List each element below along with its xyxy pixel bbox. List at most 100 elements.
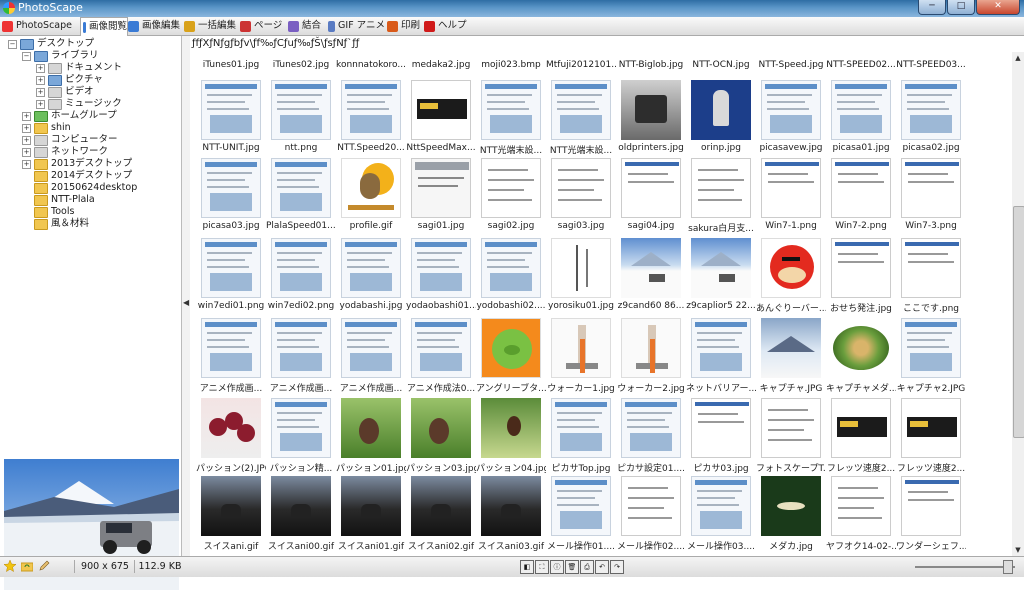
thumbnail-item[interactable]: sagi02.jpg	[478, 158, 544, 236]
thumbnail-item[interactable]: Win7-3.png	[898, 158, 964, 236]
thumbnail-item[interactable]: スイスani02.gif	[408, 476, 474, 554]
expand-icon[interactable]: +	[22, 123, 31, 133]
thumbnail-item[interactable]: Win7-2.png	[828, 158, 894, 236]
thumbnail-item[interactable]: z9caplior5 22...	[686, 238, 756, 316]
thumbnail-image[interactable]	[901, 398, 961, 458]
thumbnail-item[interactable]: Win7-1.png	[758, 158, 824, 236]
thumbnail-item[interactable]: フレッツ速度2...	[827, 398, 895, 476]
thumbnail-image[interactable]	[621, 398, 681, 458]
vertical-scrollbar[interactable]: ▲ ▼	[1012, 52, 1024, 556]
thumbnail-image[interactable]	[761, 476, 821, 536]
file-name[interactable]: iTunes01.jpg	[196, 60, 266, 70]
thumbnail-image[interactable]	[551, 476, 611, 536]
thumbnail-image[interactable]	[901, 318, 961, 378]
rotate-right-icon[interactable]: ↷	[610, 560, 624, 574]
thumbnail-image[interactable]	[831, 318, 891, 378]
thumbnail-image[interactable]	[341, 318, 401, 378]
tree-item[interactable]: Tools	[22, 206, 74, 218]
star-icon[interactable]	[4, 560, 16, 572]
zoom-slider-knob[interactable]	[1003, 560, 1013, 574]
thumbnail-item[interactable]: アニメ作成法0...	[407, 318, 475, 396]
thumbnail-item[interactable]: win7edi02.png	[268, 238, 334, 316]
thumbnail-item[interactable]: メール操作01....	[547, 476, 615, 554]
thumbnail-item[interactable]: アニメ作成画...	[338, 318, 404, 396]
thumbnail-item[interactable]: おせち発注.jpg	[828, 238, 894, 316]
thumbnail-image[interactable]	[831, 238, 891, 298]
thumbnail-image[interactable]	[341, 158, 401, 218]
info-icon[interactable]: ⓘ	[550, 560, 564, 574]
thumbnail-image[interactable]	[271, 476, 331, 536]
thumbnail-item[interactable]: パッション01.jpg	[336, 398, 406, 476]
thumbnail-item[interactable]: ウォーカー2.jpg	[617, 318, 685, 396]
thumbnail-image[interactable]	[341, 398, 401, 458]
tree-item[interactable]: 20150624desktop	[22, 182, 137, 194]
thumbnail-image[interactable]	[411, 158, 471, 218]
thumbnail-image[interactable]	[901, 238, 961, 298]
tree-item[interactable]: + ネットワーク	[22, 146, 108, 158]
thumbnail-image[interactable]	[691, 318, 751, 378]
thumbnail-image[interactable]	[691, 398, 751, 458]
thumbnail-item[interactable]: ピカサ03.jpg	[688, 398, 754, 476]
thumbnail-item[interactable]: picasa01.jpg	[828, 80, 894, 158]
tab-viewer[interactable]: 画像閲覧	[80, 17, 128, 36]
thumbnail-item[interactable]: picasavew.jpg	[758, 80, 824, 158]
thumbnail-image[interactable]	[201, 318, 261, 378]
expand-icon[interactable]: +	[22, 135, 31, 145]
thumbnail-item[interactable]: キャプチャ.JPG	[758, 318, 824, 396]
tree-item[interactable]: + shin	[22, 122, 71, 134]
tab-photoscape[interactable]: PhotoScape	[0, 18, 72, 34]
delete-icon[interactable]: 🗑	[565, 560, 579, 574]
thumbnail-image[interactable]	[831, 80, 891, 140]
thumbnail-image[interactable]	[621, 238, 681, 298]
thumbnail-item[interactable]: ネットバリアー...	[686, 318, 756, 396]
thumbnail-item[interactable]: yodobashi02....	[476, 238, 546, 316]
folder-refresh-icon[interactable]	[21, 560, 33, 572]
thumbnail-item[interactable]: ヤフオク14-02-...	[826, 476, 896, 554]
file-name[interactable]: iTunes02.jpg	[266, 60, 336, 70]
thumbnail-image[interactable]	[761, 158, 821, 218]
thumbnail-image[interactable]	[691, 80, 751, 140]
thumbnail-item[interactable]: z9cand60 86...	[618, 238, 684, 316]
collapse-icon[interactable]: −	[8, 39, 17, 49]
expand-icon[interactable]: +	[36, 99, 45, 109]
thumbnail-image[interactable]	[901, 80, 961, 140]
thumbnail-image[interactable]	[831, 158, 891, 218]
thumbnail-image[interactable]	[271, 318, 331, 378]
thumbnail-item[interactable]: パッション03.jpg	[406, 398, 476, 476]
thumbnail-item[interactable]: ワンダーシェフ...	[896, 476, 966, 554]
thumbnail-image[interactable]	[901, 476, 961, 536]
file-name[interactable]: NTT-OCN.jpg	[686, 60, 756, 70]
file-name[interactable]: konnnatokoro...	[336, 60, 406, 70]
thumbnail-image[interactable]	[761, 398, 821, 458]
tab-combine[interactable]: 結合	[286, 18, 326, 34]
thumbnail-item[interactable]: アングリーブタ...	[476, 318, 546, 396]
thumbnail-image[interactable]	[271, 238, 331, 298]
thumbnail-item[interactable]: メダカ.jpg	[758, 476, 824, 554]
thumbnail-item[interactable]: パッション精...	[268, 398, 334, 476]
maximize-button[interactable]: □	[947, 0, 975, 15]
thumbnail-image[interactable]	[201, 158, 261, 218]
thumbnail-item[interactable]: メール操作03....	[687, 476, 755, 554]
thumbnail-image[interactable]	[481, 238, 541, 298]
tab-help[interactable]: ヘルプ	[422, 18, 468, 34]
tab-page[interactable]: ページ	[238, 18, 286, 34]
thumbnail-item[interactable]: NTT.Speed20...	[337, 80, 405, 158]
thumbnail-image[interactable]	[481, 158, 541, 218]
thumbnail-image[interactable]	[621, 158, 681, 218]
thumbnail-item[interactable]: yodabashi.jpg	[338, 238, 404, 316]
thumbnail-image[interactable]	[691, 238, 751, 298]
thumbnail-image[interactable]	[831, 476, 891, 536]
file-name[interactable]: Mtfuji2012101...	[546, 60, 616, 70]
thumbnail-item[interactable]: パッション(2).JPG	[196, 398, 266, 476]
thumbnail-image[interactable]	[481, 318, 541, 378]
thumbnail-image[interactable]	[481, 398, 541, 458]
tree-item[interactable]: + ピクチャ	[36, 74, 103, 86]
expand-icon[interactable]: +	[36, 75, 45, 85]
thumbnail-image[interactable]	[201, 476, 261, 536]
expand-icon[interactable]: +	[22, 147, 31, 157]
zoom-slider[interactable]	[915, 566, 1015, 568]
rotate-left-icon[interactable]: ↶	[595, 560, 609, 574]
file-name[interactable]: moji023.bmp	[476, 60, 546, 70]
thumbnail-image[interactable]	[761, 318, 821, 378]
collapse-icon[interactable]: −	[22, 51, 31, 61]
